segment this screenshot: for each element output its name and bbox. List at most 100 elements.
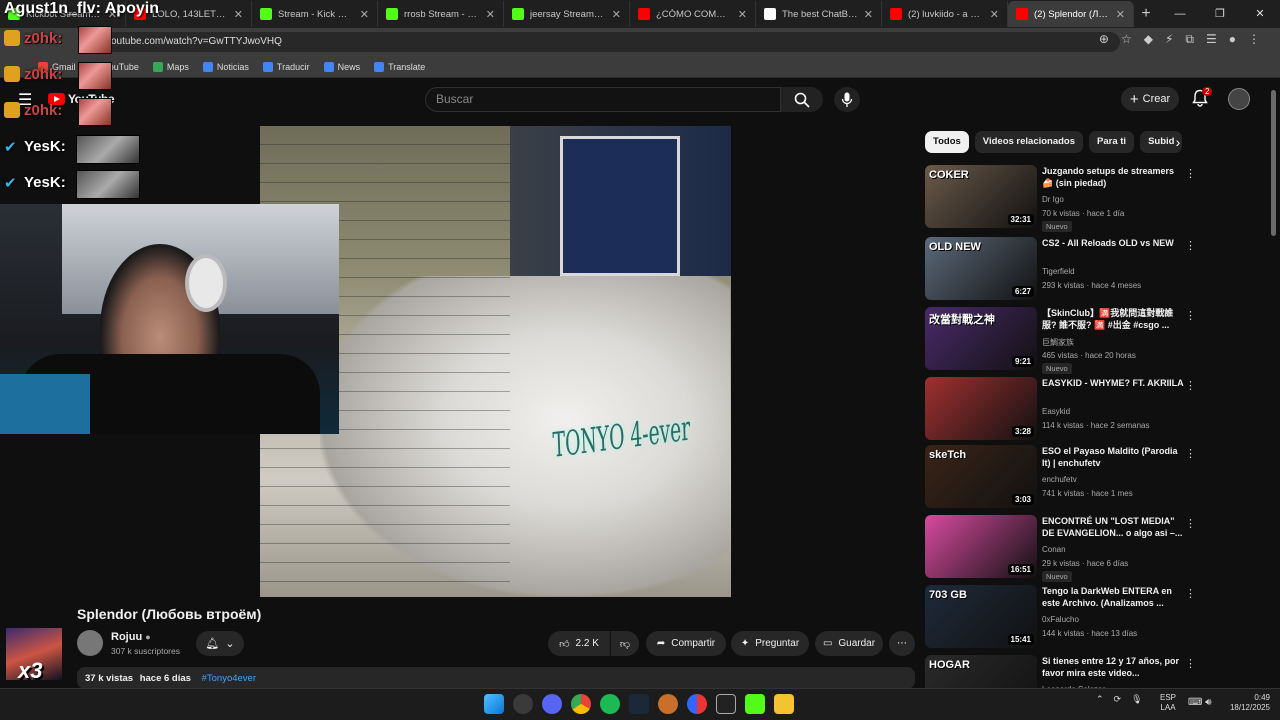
mic-tray-icon[interactable]: 🎙︎	[1131, 694, 1142, 705]
recommended-channel[interactable]: 0xFalucho	[1042, 615, 1079, 624]
tray-icons[interactable]: ⌨ 🔊︎	[1188, 697, 1212, 708]
voice-search-button[interactable]	[834, 87, 860, 112]
file-explorer-icon[interactable]	[774, 694, 794, 714]
filter-chip[interactable]: Para ti	[1089, 131, 1135, 153]
page-scrollbar[interactable]	[1271, 90, 1276, 236]
bookmark-item[interactable]: Noticias	[202, 61, 249, 72]
close-tab-icon[interactable]: ✕	[360, 8, 369, 21]
steam-icon[interactable]	[629, 694, 649, 714]
recommended-title[interactable]: 【SkinClub】🈵我就問這對戰誰服? 誰不服? 🈵 #出金 #csgo ..…	[1042, 307, 1184, 331]
more-options-icon[interactable]: ⋮	[1185, 587, 1196, 600]
epic-games-icon[interactable]	[716, 694, 736, 714]
close-window-button[interactable]: ✕	[1240, 0, 1280, 28]
spotify-icon[interactable]	[600, 694, 620, 714]
recommended-channel[interactable]: Tigerfield	[1042, 267, 1075, 276]
recommended-title[interactable]: Juzgando setups de streamers 🍰 (sin pied…	[1042, 165, 1184, 189]
menu-icon[interactable]: ☰	[1206, 32, 1217, 47]
install-app-icon[interactable]: ⊕	[1099, 32, 1109, 47]
recommended-video[interactable]: 16:51 ENCONTRÉ UN "LOST MEDIA" DE EVANGEL…	[925, 515, 1196, 582]
more-options-icon[interactable]: ⋮	[1185, 657, 1196, 670]
more-options-icon[interactable]: ⋮	[1185, 379, 1196, 392]
recommended-video[interactable]: COKER 32:31 Juzgando setups de streamers 🍰…	[925, 165, 1196, 232]
close-tab-icon[interactable]: ✕	[612, 8, 621, 21]
recommended-video[interactable]: 703 GB 15:41 Tengo la DarkWeb ENTERA en es…	[925, 585, 1196, 649]
recommended-title[interactable]: ENCONTRÉ UN "LOST MEDIA" DE EVANGELION..…	[1042, 515, 1184, 539]
close-tab-icon[interactable]: ✕	[990, 8, 999, 21]
bookmark-item[interactable]: Traducir	[262, 61, 310, 72]
video-thumbnail[interactable]: 3:28	[925, 377, 1037, 440]
channel-name[interactable]: Rojuu ●	[111, 631, 151, 643]
profile-icon[interactable]: ●	[1229, 32, 1236, 47]
notifications-button[interactable]: 2	[1192, 87, 1213, 112]
extension-icon[interactable]: ⚡	[1165, 32, 1173, 47]
recommended-channel[interactable]: 巨鯛家族	[1042, 337, 1074, 348]
recommended-video[interactable]: OLD NEW 6:27 CS2 - All Reloads OLD vs NEW T…	[925, 237, 1196, 301]
kebab-menu-icon[interactable]: ⋮	[1248, 32, 1260, 47]
recommended-title[interactable]: EASYKID - WHYME? FT. AKRIILA	[1042, 377, 1184, 389]
like-button[interactable]: 👍︎ 2.2 K	[548, 631, 610, 656]
create-button[interactable]: + Crear	[1121, 87, 1179, 111]
video-thumbnail[interactable]: 改當對戰之神 9:21	[925, 307, 1037, 370]
recommended-title[interactable]: Si tienes entre 12 y 17 años, por favor …	[1042, 655, 1184, 679]
bookmark-item[interactable]: Translate	[374, 61, 425, 72]
video-thumbnail[interactable]: OLD NEW 6:27	[925, 237, 1037, 300]
extension-icon[interactable]: ◆	[1144, 32, 1153, 47]
browser-tab[interactable]: Stream - Kick Dashbo ✕	[252, 1, 378, 27]
close-tab-icon[interactable]: ✕	[738, 8, 747, 21]
video-thumbnail[interactable]: 703 GB 15:41	[925, 585, 1037, 648]
bookmark-star-icon[interactable]: ☆	[1121, 32, 1132, 47]
recommended-video[interactable]: 改當對戰之神 9:21 【SkinClub】🈵我就問這對戰誰服? 誰不服? 🈵 #出…	[925, 307, 1196, 374]
bookmark-item[interactable]: Maps	[152, 61, 189, 72]
recommended-video[interactable]: 3:28 EASYKID - WHYME? FT. AKRIILA Easykid 1…	[925, 377, 1196, 441]
browser-tab[interactable]: jeersay Stream - Wat ✕	[504, 1, 630, 27]
recommended-title[interactable]: Tengo la DarkWeb ENTERA en este Archivo.…	[1042, 585, 1184, 609]
maximize-button[interactable]: ❐	[1200, 0, 1240, 28]
discord-icon[interactable]	[542, 694, 562, 714]
bookmark-item[interactable]: News	[323, 61, 360, 72]
chrome-icon[interactable]	[571, 694, 591, 714]
hashtag-link[interactable]: #Tonyo4ever	[202, 673, 256, 684]
more-options-icon[interactable]: ⋮	[1185, 167, 1196, 180]
url-field[interactable]: youtube.com/watch?v=GwTTYJwoVHQ	[80, 32, 1120, 52]
browser-tab[interactable]: rrosb Stream - Watch ✕	[378, 1, 504, 27]
channel-avatar[interactable]	[77, 630, 103, 656]
video-thumbnail[interactable]: skeTch 3:03	[925, 445, 1037, 508]
recommended-channel[interactable]: Conan	[1042, 545, 1066, 554]
video-thumbnail[interactable]: 16:51	[925, 515, 1037, 578]
system-clock[interactable]: 0:49 18/12/2025	[1226, 693, 1270, 713]
input-language[interactable]: ESP LAA	[1160, 693, 1176, 713]
search-button[interactable]	[781, 87, 823, 112]
filter-chip[interactable]: Todos	[925, 131, 969, 153]
chevron-right-icon[interactable]: ›	[1168, 131, 1188, 153]
subscription-bell-button[interactable]: 🔔︎ ⌄	[196, 631, 244, 656]
recommended-channel[interactable]: Easykid	[1042, 407, 1070, 416]
description-box[interactable]: 37 k vistas hace 6 días #Tonyo4ever	[77, 667, 915, 689]
close-tab-icon[interactable]: ✕	[234, 8, 243, 21]
more-options-icon[interactable]: ⋮	[1185, 447, 1196, 460]
minimize-button[interactable]: —	[1160, 0, 1200, 28]
close-tab-icon[interactable]: ✕	[486, 8, 495, 21]
recommended-title[interactable]: ESO el Payaso Maldito (Parodia It) | enc…	[1042, 445, 1184, 469]
kick-icon[interactable]	[745, 694, 765, 714]
video-thumbnail[interactable]: COKER 32:31	[925, 165, 1037, 228]
app-icon[interactable]	[513, 694, 533, 714]
app-icon[interactable]	[658, 694, 678, 714]
recommended-title[interactable]: CS2 - All Reloads OLD vs NEW	[1042, 237, 1184, 249]
recommended-video[interactable]: skeTch 3:03 ESO el Payaso Maldito (Parodia…	[925, 445, 1196, 509]
browser-tab[interactable]: (2) Splendor (Любовь ✕	[1008, 1, 1134, 27]
share-button[interactable]: ➦ Compartir	[646, 631, 726, 656]
chevron-up-icon[interactable]: ⌃	[1096, 694, 1104, 705]
extensions-puzzle-icon[interactable]: ⧉	[1185, 32, 1194, 47]
browser-tab[interactable]: The best ChatBot and ✕	[756, 1, 882, 27]
more-options-icon[interactable]: ⋮	[1185, 239, 1196, 252]
close-tab-icon[interactable]: ✕	[864, 8, 873, 21]
filter-chip[interactable]: Videos relacionados	[974, 131, 1084, 153]
more-actions-button[interactable]: ⋯	[889, 631, 915, 656]
recommended-channel[interactable]: Dr Igo	[1042, 195, 1064, 204]
new-tab-button[interactable]: +	[1134, 5, 1158, 23]
more-options-icon[interactable]: ⋮	[1185, 517, 1196, 530]
close-tab-icon[interactable]: ✕	[1116, 8, 1125, 21]
browser-tab[interactable]: (2) luvkiido - a escon ✕	[882, 1, 1008, 27]
search-input[interactable]: Buscar	[425, 87, 781, 112]
save-button[interactable]: ▭ Guardar	[815, 631, 883, 656]
